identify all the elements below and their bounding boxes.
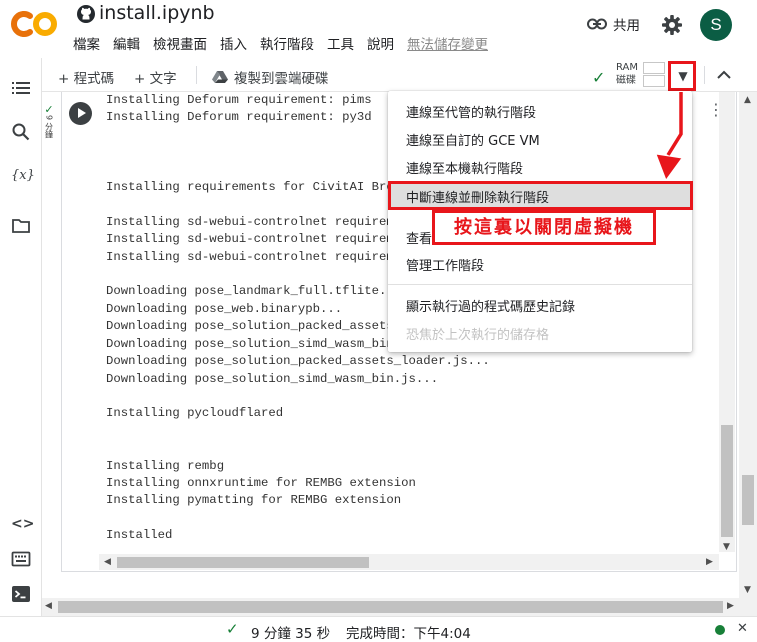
execution-status: ✓ 9 分鐘 <box>40 103 58 139</box>
close-icon[interactable]: ✕ <box>737 621 748 636</box>
output-line: Installing pycloudflared <box>106 406 284 421</box>
menu-divider <box>388 284 692 285</box>
search-icon[interactable] <box>11 122 31 142</box>
ram-usage-bar <box>643 62 665 74</box>
execution-duration: 9 分鐘 <box>44 115 54 139</box>
menu-item-connect-gce[interactable]: 連線至自訂的 GCE VM <box>406 130 540 149</box>
output-hscroll-thumb[interactable] <box>117 557 369 568</box>
menu-runtime[interactable]: 執行階段 <box>260 33 314 53</box>
github-icon <box>77 5 95 23</box>
annotation-callout: 按這裏以關閉虛擬機 <box>432 210 656 245</box>
dropdown-highlight-box <box>668 61 696 91</box>
toolbar-divider <box>704 66 705 84</box>
avatar[interactable]: S <box>700 9 732 41</box>
elapsed-time: 9 分鐘 35 秒 <box>251 626 331 642</box>
output-line: Installing onnxruntime for REMBG extensi… <box>106 475 416 490</box>
scroll-down-arrow-icon[interactable]: ▼ <box>744 585 751 595</box>
menu-insert[interactable]: 插入 <box>220 33 247 53</box>
toolbar-divider <box>196 66 197 84</box>
command-palette-icon[interactable] <box>11 549 31 569</box>
page-hscroll-thumb[interactable] <box>58 601 723 613</box>
output-line: Downloading pose_solution_simd_wasm_bin.… <box>106 371 439 386</box>
menu-highlight-box <box>388 181 693 210</box>
share-label: 共用 <box>613 18 640 34</box>
drive-icon <box>212 71 228 83</box>
menu-item-manage-sessions[interactable]: 管理工作階段 <box>406 255 484 274</box>
chevron-up-icon[interactable] <box>714 65 734 85</box>
add-code-button[interactable]: + 程式碼 <box>58 67 114 87</box>
scroll-right-arrow-icon[interactable]: ▶ <box>727 601 734 611</box>
header: install.ipynb 檔案 編輯 檢視畫面 插入 執行階段 工具 說明 無… <box>0 0 757 58</box>
output-line: Installing pymatting for REMBG extension <box>106 493 402 508</box>
share-button[interactable]: 共用 <box>587 14 640 34</box>
unsaved-changes-link[interactable]: 無法儲存變更 <box>407 33 488 53</box>
scroll-left-arrow-icon[interactable]: ◀ <box>45 601 52 611</box>
toc-icon[interactable] <box>11 78 31 98</box>
menu-file[interactable]: 檔案 <box>73 33 100 53</box>
check-icon: ✓ <box>226 620 239 638</box>
variables-icon[interactable]: {x} <box>11 168 35 188</box>
resource-labels[interactable]: RAM 磁碟 <box>616 61 638 87</box>
scroll-down-arrow-icon[interactable]: ▼ <box>723 542 730 552</box>
menu-item-connect-hosted[interactable]: 連線至代管的執行階段 <box>406 102 536 121</box>
menu-bar: 檔案 編輯 檢視畫面 插入 執行階段 工具 說明 無法儲存變更 <box>73 33 501 53</box>
menu-item-focus-last-cell: 恐焦於上次執行的儲存格 <box>406 328 550 343</box>
folder-icon[interactable] <box>11 216 31 236</box>
menu-edit[interactable]: 編輯 <box>113 33 140 53</box>
link-icon <box>587 18 607 30</box>
output-line: Installing rembg <box>106 458 225 473</box>
completion-time: 完成時間：下午4:04 <box>346 626 471 642</box>
status-bar: ✓ 9 分鐘 35 秒 完成時間：下午4:04 ✕ <box>0 616 757 642</box>
page-scrollbar-vertical[interactable] <box>739 92 757 616</box>
terminal-icon[interactable] <box>11 584 31 604</box>
toolbar: + 程式碼 + 文字 複製到雲端硬碟 ✓ RAM 磁碟 ▼ <box>42 58 757 92</box>
output-line: Installed <box>106 528 173 543</box>
disk-usage-bar <box>643 75 665 87</box>
output-line: Downloading pose_solution_packed_assets_… <box>106 354 490 369</box>
add-text-button[interactable]: + 文字 <box>134 67 177 87</box>
menu-view[interactable]: 檢視畫面 <box>153 33 207 53</box>
scroll-left-arrow-icon[interactable]: ◀ <box>104 557 111 567</box>
page-scroll-thumb[interactable] <box>742 475 754 525</box>
code-snippets-icon[interactable]: <> <box>11 516 34 536</box>
menu-item-connect-local[interactable]: 連線至本機執行階段 <box>406 158 523 177</box>
scroll-right-arrow-icon[interactable]: ▶ <box>706 557 713 567</box>
left-rail: {x} <> <box>0 58 42 616</box>
gear-icon[interactable] <box>661 14 683 36</box>
connected-check-icon: ✓ <box>592 68 606 87</box>
check-icon: ✓ <box>44 103 54 116</box>
run-cell-icon[interactable] <box>69 102 92 125</box>
menu-help[interactable]: 說明 <box>367 33 394 53</box>
copy-to-drive-label: 複製到雲端硬碟 <box>234 71 329 87</box>
connection-status-dot <box>715 625 725 635</box>
notebook-title[interactable]: install.ipynb <box>99 2 215 24</box>
disk-label: 磁碟 <box>616 75 636 86</box>
menu-item-view-resources[interactable]: 查看 <box>406 228 432 247</box>
copy-to-drive-button[interactable]: 複製到雲端硬碟 <box>212 67 329 87</box>
ram-label: RAM <box>616 62 639 73</box>
output-scroll-thumb[interactable] <box>721 425 733 537</box>
menu-item-code-history[interactable]: 顯示執行過的程式碼歷史記錄 <box>406 296 575 315</box>
colab-logo-icon[interactable] <box>10 8 60 40</box>
scroll-up-arrow-icon[interactable]: ▲ <box>744 95 751 105</box>
menu-tools[interactable]: 工具 <box>327 33 354 53</box>
